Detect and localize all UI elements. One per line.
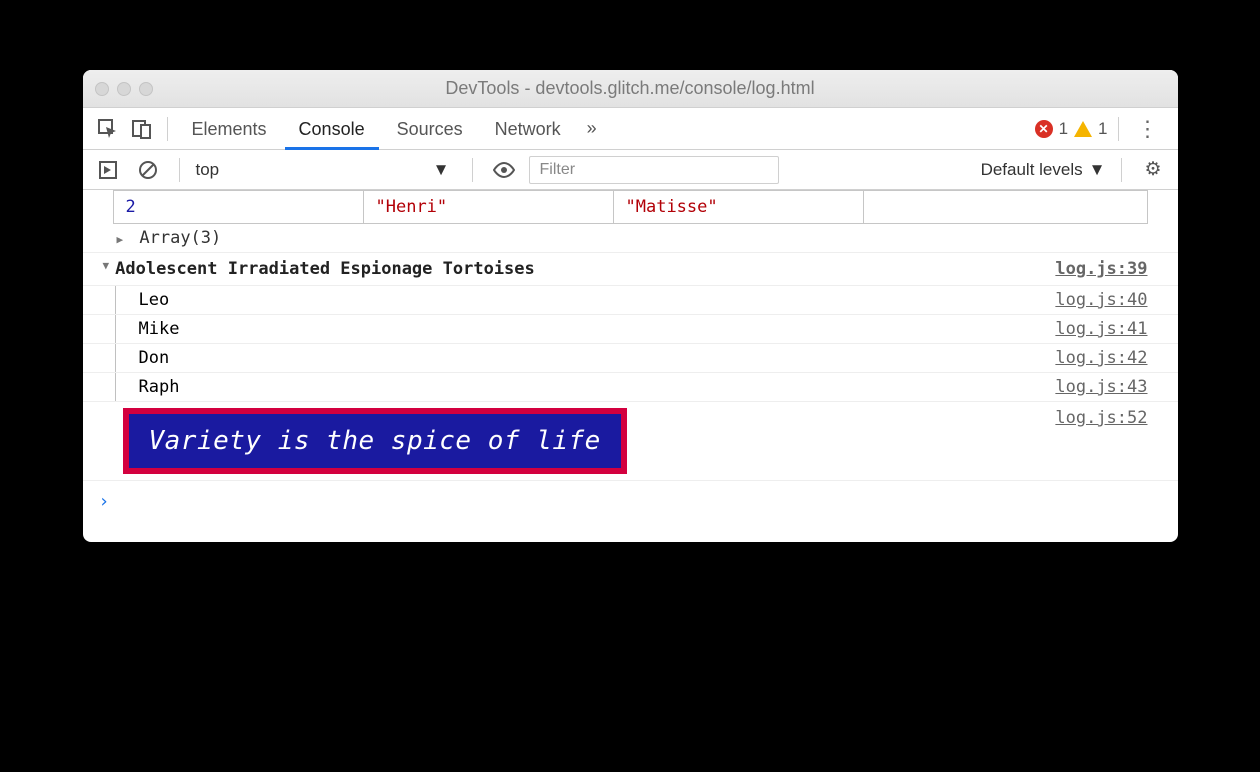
tab-elements[interactable]: Elements (178, 108, 281, 150)
divider (179, 158, 180, 182)
chevron-down-icon: ▼ (433, 160, 450, 180)
table-cell-first: "Henri" (364, 191, 614, 223)
console-output: 2 "Henri" "Matisse" Array(3) Adolescent … (83, 190, 1178, 542)
table-cell-index: 2 (114, 191, 364, 223)
error-warning-badges[interactable]: ✕ 1 1 (1035, 119, 1108, 139)
minimize-window-icon[interactable] (117, 82, 131, 96)
chevron-down-icon: ▼ (1089, 160, 1106, 180)
clear-console-icon[interactable] (133, 155, 163, 185)
console-group-header[interactable]: Adolescent Irradiated Espionage Tortoise… (83, 253, 1178, 286)
devtools-window: DevTools - devtools.glitch.me/console/lo… (83, 70, 1178, 542)
kebab-menu-icon[interactable]: ⋮ (1129, 116, 1168, 142)
log-levels-label: Default levels (981, 160, 1083, 180)
array-collapsed[interactable]: Array(3) (83, 224, 1178, 253)
console-settings-icon[interactable]: ⚙ (1138, 158, 1167, 181)
array-label: Array(3) (139, 228, 221, 248)
group-title: Adolescent Irradiated Espionage Tortoise… (115, 259, 535, 279)
divider (1121, 158, 1122, 182)
toggle-drawer-icon[interactable] (93, 155, 123, 185)
source-link[interactable]: log.js:41 (1055, 319, 1167, 339)
console-group-item[interactable]: Don log.js:42 (83, 344, 1178, 373)
prompt-chevron-icon: › (99, 491, 110, 512)
traffic-lights (95, 82, 153, 96)
console-group-item[interactable]: Raph log.js:43 (83, 373, 1178, 402)
log-levels-selector[interactable]: Default levels ▼ (981, 160, 1106, 180)
zoom-window-icon[interactable] (139, 82, 153, 96)
source-link[interactable]: log.js:39 (1055, 259, 1167, 279)
main-tabs: Elements Console Sources Network » ✕ 1 1… (83, 108, 1178, 150)
source-link[interactable]: log.js:42 (1055, 348, 1167, 368)
error-icon: ✕ (1035, 120, 1053, 138)
console-group-item[interactable]: Mike log.js:41 (83, 315, 1178, 344)
device-toolbar-icon[interactable] (127, 114, 157, 144)
console-toolbar: top ▼ Default levels ▼ ⚙ (83, 150, 1178, 190)
console-group-item[interactable]: Leo log.js:40 (83, 286, 1178, 315)
warning-icon (1074, 121, 1092, 137)
source-link[interactable]: log.js:52 (1055, 408, 1167, 428)
divider (1118, 117, 1119, 141)
group-item-label: Don (139, 348, 170, 368)
live-expression-icon[interactable] (489, 155, 519, 185)
tab-console[interactable]: Console (285, 108, 379, 150)
close-window-icon[interactable] (95, 82, 109, 96)
styled-log-entry[interactable]: Variety is the spice of life log.js:52 (83, 402, 1178, 481)
tab-sources[interactable]: Sources (383, 108, 477, 150)
divider (472, 158, 473, 182)
context-selector[interactable]: top ▼ (196, 160, 456, 180)
console-prompt[interactable]: › (83, 481, 1178, 542)
table-cell-empty (864, 191, 1147, 223)
inspect-element-icon[interactable] (93, 114, 123, 144)
group-item-label: Leo (139, 290, 170, 310)
table-cell-last: "Matisse" (614, 191, 864, 223)
tab-network[interactable]: Network (481, 108, 575, 150)
titlebar: DevTools - devtools.glitch.me/console/lo… (83, 70, 1178, 108)
warning-count: 1 (1098, 119, 1107, 139)
group-item-label: Mike (139, 319, 180, 339)
source-link[interactable]: log.js:43 (1055, 377, 1167, 397)
source-link[interactable]: log.js:40 (1055, 290, 1167, 310)
styled-log-text: Variety is the spice of life (123, 408, 627, 474)
filter-input[interactable] (529, 156, 779, 184)
context-selector-value: top (196, 160, 220, 180)
window-title: DevTools - devtools.glitch.me/console/lo… (83, 78, 1178, 99)
divider (167, 117, 168, 141)
console-table-row[interactable]: 2 "Henri" "Matisse" (113, 190, 1148, 224)
group-item-label: Raph (139, 377, 180, 397)
more-tabs-icon[interactable]: » (579, 118, 605, 139)
error-count: 1 (1059, 119, 1068, 139)
